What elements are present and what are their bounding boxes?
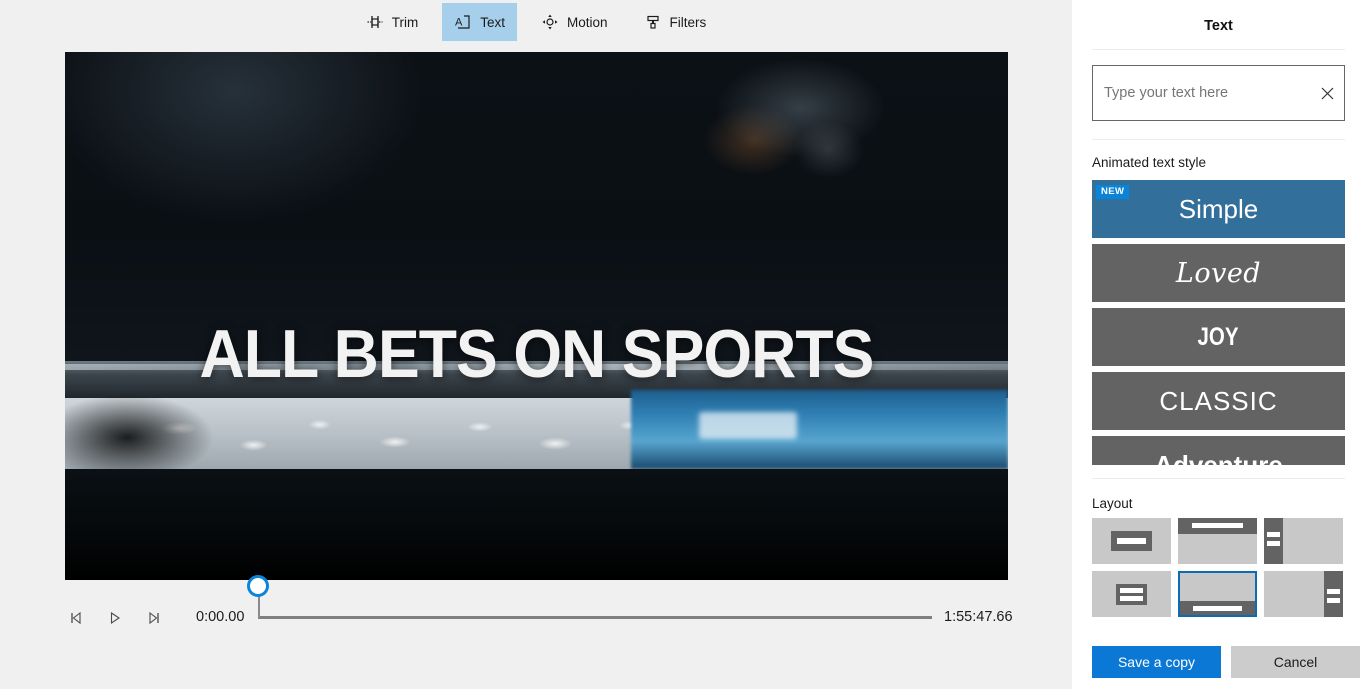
style-tile-joy[interactable]: JOY <box>1092 308 1345 366</box>
next-frame-button[interactable] <box>134 603 172 633</box>
layout-grid <box>1092 518 1345 624</box>
style-tile-label: CLASSIC <box>1159 385 1278 416</box>
text-input-box[interactable] <box>1092 65 1345 121</box>
text-input[interactable] <box>1093 85 1310 101</box>
style-tile-classic[interactable]: CLASSIC <box>1092 372 1345 430</box>
tab-trim[interactable]: Trim <box>354 3 431 41</box>
video-overlay-text: ALL BETS ON SPORTS <box>199 316 875 392</box>
trim-icon <box>366 13 384 31</box>
video-preview[interactable]: ALL BETS ON SPORTS <box>65 52 1008 580</box>
previous-frame-button[interactable] <box>58 603 96 633</box>
style-tile-simple[interactable]: NEW Simple <box>1092 180 1345 238</box>
divider-mid <box>1092 139 1345 140</box>
editor-toolbar: Trim A Text Motion Filters <box>0 0 1072 44</box>
current-time-label: 0:00.00 <box>196 609 245 625</box>
text-icon: A <box>454 13 472 31</box>
layout-label: Layout <box>1092 496 1133 511</box>
svg-text:A: A <box>455 17 463 29</box>
playhead-handle[interactable] <box>247 575 269 597</box>
layout-option-bottom-banner[interactable] <box>1178 571 1257 617</box>
text-side-panel: Text Animated text style NEW Simple Love… <box>1072 0 1365 689</box>
filters-icon <box>644 13 662 31</box>
duration-label: 1:55:47.66 <box>944 609 1013 625</box>
style-tile-label: JOY <box>1197 322 1240 351</box>
divider-top <box>1092 49 1345 50</box>
tab-filters-label: Filters <box>669 14 707 30</box>
playback-controls <box>58 603 172 633</box>
layout-option-right-side[interactable] <box>1264 571 1343 617</box>
cancel-button[interactable]: Cancel <box>1231 646 1360 678</box>
editor-area: Trim A Text Motion Filters ALL BETS ON S… <box>0 0 1072 689</box>
style-tile-label: Loved <box>1175 257 1262 289</box>
animated-style-label: Animated text style <box>1092 155 1207 170</box>
video-editor-window: Trim A Text Motion Filters ALL BETS ON S… <box>0 0 1365 689</box>
panel-title: Text <box>1204 18 1233 34</box>
tab-motion[interactable]: Motion <box>529 3 620 41</box>
play-button[interactable] <box>96 603 134 633</box>
style-tile-label: Simple <box>1178 193 1259 224</box>
style-tile-label: Adventure <box>1154 449 1283 466</box>
tab-filters[interactable]: Filters <box>632 3 719 41</box>
tab-text-label: Text <box>480 14 505 30</box>
layout-option-left-side[interactable] <box>1264 518 1343 564</box>
tab-motion-label: Motion <box>566 14 608 30</box>
new-badge: NEW <box>1096 185 1130 199</box>
animated-style-list[interactable]: NEW Simple Loved JOY CLASSIC Adventure <box>1092 180 1345 465</box>
timeline-track[interactable] <box>258 616 932 619</box>
layout-option-top-banner[interactable] <box>1178 518 1257 564</box>
tab-trim-label: Trim <box>391 14 419 30</box>
divider-layout <box>1092 478 1345 479</box>
save-a-copy-button[interactable]: Save a copy <box>1092 646 1221 678</box>
motion-icon <box>541 13 559 31</box>
panel-footer: Save a copy Cancel <box>1092 646 1360 678</box>
style-tile-adventure[interactable]: Adventure <box>1092 436 1345 465</box>
layout-option-center-box[interactable] <box>1092 518 1171 564</box>
tab-text[interactable]: A Text <box>442 3 517 41</box>
close-icon[interactable] <box>1310 66 1344 120</box>
style-tile-loved[interactable]: Loved <box>1092 244 1345 302</box>
layout-option-center-two-line[interactable] <box>1092 571 1171 617</box>
